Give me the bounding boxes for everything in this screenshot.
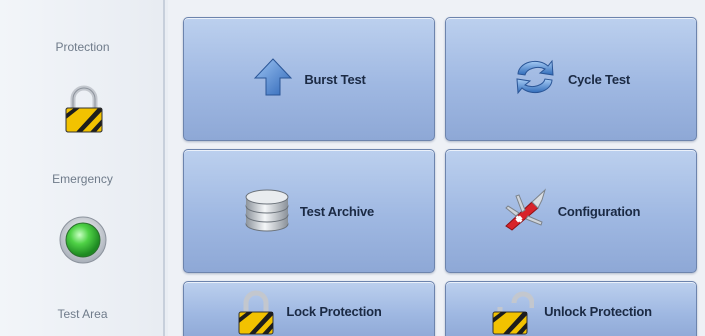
burst-test-button[interactable]: Burst Test (183, 17, 435, 141)
padlock-locked-icon (65, 85, 103, 133)
status-sidebar: Protection Emergency Test Area (0, 0, 165, 336)
lock-protection-button[interactable]: Lock Protection (183, 281, 435, 336)
padlock-locked-icon (236, 290, 276, 336)
cycle-arrows-icon (512, 56, 558, 103)
main-panel: Burst Test Cycle Test Test Archive Confi… (168, 0, 705, 336)
cycle-test-label: Cycle Test (567, 71, 631, 87)
test-archive-button[interactable]: Test Archive (183, 149, 435, 273)
burst-test-label: Burst Test (304, 71, 366, 87)
configuration-button[interactable]: Configuration (445, 149, 697, 273)
protection-label: Protection (55, 40, 110, 54)
up-arrow-icon (252, 56, 294, 103)
test-archive-label: Test Archive (299, 203, 375, 219)
green-led-icon (59, 216, 107, 264)
cycle-test-button[interactable]: Cycle Test (445, 17, 697, 141)
padlock-open-icon (490, 290, 535, 336)
lock-protection-label: Lock Protection (286, 304, 382, 319)
emergency-label: Emergency (52, 172, 113, 186)
swiss-army-knife-icon (502, 186, 548, 237)
test-area-label: Test Area (57, 307, 108, 321)
database-stack-icon (244, 184, 290, 239)
unlock-protection-button[interactable]: Unlock Protection (445, 281, 697, 336)
configuration-label: Configuration (557, 203, 641, 219)
unlock-protection-label: Unlock Protection (544, 304, 652, 319)
